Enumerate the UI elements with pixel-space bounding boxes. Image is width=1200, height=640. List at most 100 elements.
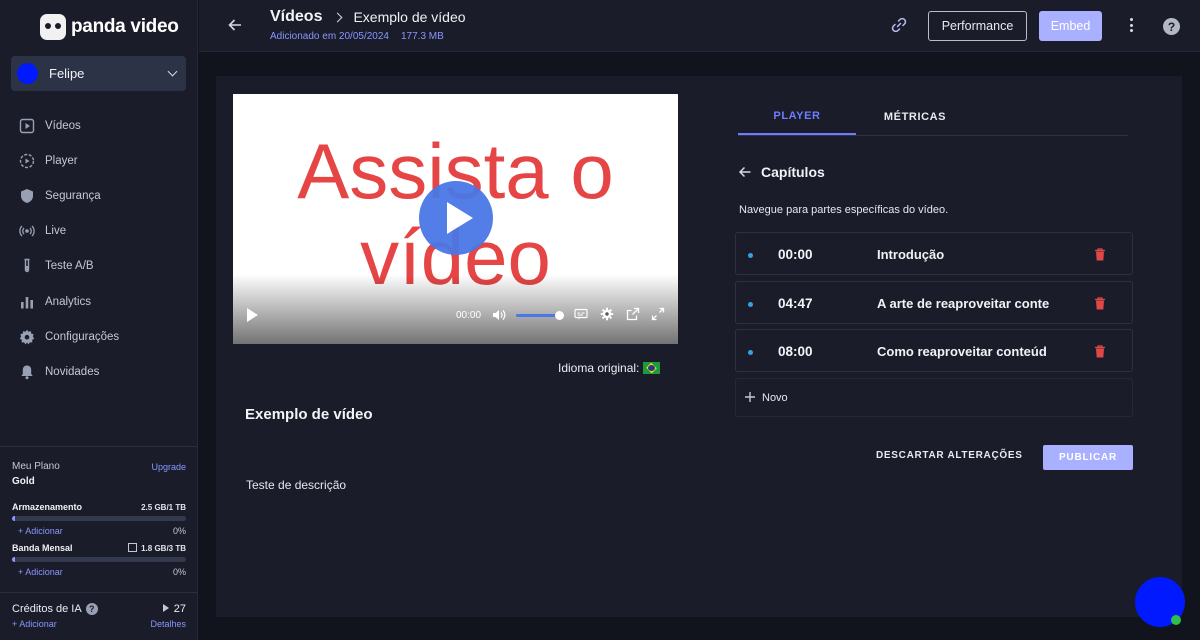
video-editor-panel: Assista o vídeo 00:00 Idioma original: E… — [216, 76, 1182, 617]
storage-add-link[interactable]: + Adicionar — [18, 526, 63, 536]
volume-icon[interactable] — [492, 308, 506, 322]
chapter-name[interactable]: A arte de reaproveitar conte — [877, 296, 1067, 311]
sidebar-item-ab-test[interactable]: Teste A/B — [0, 249, 198, 284]
avatar — [17, 63, 38, 84]
gear-icon — [19, 329, 35, 345]
tab-player[interactable]: PLAYER — [738, 98, 856, 135]
account-selector[interactable]: Felipe — [11, 56, 186, 91]
plan-name: Gold — [12, 476, 35, 487]
fullscreen-icon[interactable] — [651, 307, 665, 321]
bandwidth-progress-bar — [12, 557, 186, 562]
sidebar-item-label: Player — [45, 154, 78, 167]
ai-credits-add-link[interactable]: + Adicionar — [12, 619, 57, 629]
trash-icon[interactable] — [1094, 297, 1106, 310]
current-time: 00:00 — [456, 310, 482, 321]
big-play-button[interactable] — [419, 181, 493, 255]
ai-credits-label-wrap: Créditos de IA? — [12, 603, 98, 616]
bandwidth-progress-fill — [12, 557, 15, 562]
discard-changes-button[interactable]: DESCARTAR ALTERAÇÕES — [876, 450, 1023, 461]
sidebar-item-settings[interactable]: Configurações — [0, 319, 198, 354]
broadcast-icon — [19, 223, 35, 239]
chapter-name[interactable]: Introdução — [877, 247, 1067, 262]
add-chapter-button[interactable]: Novo — [735, 378, 1133, 417]
help-circle-icon[interactable]: ? — [85, 603, 98, 616]
ai-credits-details-link[interactable]: Detalhes — [150, 619, 186, 629]
chapter-row[interactable]: 00:00 Introdução — [735, 232, 1133, 275]
sidebar-item-news[interactable]: Novidades — [0, 354, 198, 389]
bandwidth-add-link[interactable]: + Adicionar — [18, 567, 63, 577]
bandwidth-info-icon — [128, 543, 138, 552]
trash-icon[interactable] — [1094, 248, 1106, 261]
storage-percent: 0% — [172, 526, 186, 536]
sidebar-item-live[interactable]: Live — [0, 214, 198, 249]
trash-icon[interactable] — [1094, 345, 1106, 358]
ai-credits-label: Créditos de IA — [12, 603, 82, 615]
publish-button[interactable]: PUBLICAR — [1043, 445, 1133, 470]
chapter-time[interactable]: 08:00 — [778, 344, 813, 359]
storage-label: Armazenamento — [12, 502, 83, 512]
ai-credits-count: 27 — [173, 603, 186, 616]
sidebar-item-label: Live — [45, 225, 67, 238]
plan-panel: Meu Plano Upgrade Gold Armazenamento 2.5… — [0, 446, 198, 577]
brand-logo[interactable]: panda video — [40, 14, 179, 40]
video-size: 177.3 MB — [400, 31, 444, 42]
external-link-icon[interactable] — [626, 307, 640, 321]
link-icon[interactable] — [890, 16, 908, 34]
chapter-time[interactable]: 04:47 — [778, 296, 813, 311]
editor-tabs: PLAYER MÉTRICAS — [738, 98, 1128, 136]
sidebar-item-analytics[interactable]: Analytics — [0, 284, 198, 319]
bell-icon — [19, 364, 35, 380]
chapter-row[interactable]: 08:00 Como reaproveitar conteúd — [735, 329, 1133, 372]
chapter-time[interactable]: 00:00 — [778, 247, 813, 262]
tab-metrics[interactable]: MÉTRICAS — [856, 98, 974, 135]
embed-button[interactable]: Embed — [1039, 11, 1102, 41]
original-language-label: Idioma original: — [558, 361, 640, 375]
video-title[interactable]: Exemplo de vídeo — [245, 406, 373, 423]
panda-logo-icon — [40, 14, 66, 40]
settings-gear-icon[interactable] — [600, 307, 614, 321]
back-arrow-icon[interactable] — [227, 17, 243, 33]
chapters-title: Capítulos — [761, 164, 825, 180]
brazil-flag-icon — [643, 362, 661, 374]
bandwidth-label: Banda Mensal — [12, 543, 73, 553]
sidebar-item-label: Teste A/B — [45, 260, 94, 273]
bandwidth-percent: 0% — [172, 567, 186, 577]
video-description[interactable]: Teste de descrição — [246, 478, 346, 492]
sidebar: panda video Felipe Vídeos Player Seguran… — [0, 0, 198, 640]
storage-progress-fill — [12, 516, 15, 521]
upgrade-link[interactable]: Upgrade — [151, 462, 186, 472]
storage-value: 2.5 GB/1 TB — [141, 502, 186, 512]
chapter-row[interactable]: 04:47 A arte de reaproveitar conte — [735, 281, 1133, 324]
chapter-name[interactable]: Como reaproveitar conteúd — [877, 344, 1067, 359]
volume-slider[interactable] — [516, 311, 564, 320]
breadcrumb-root[interactable]: Vídeos — [270, 8, 322, 26]
chapters-description: Navegue para partes específicas do vídeo… — [739, 204, 949, 216]
online-status-dot — [1171, 615, 1181, 625]
sidebar-nav: Vídeos Player Segurança Live Teste A/B A… — [0, 108, 198, 390]
sidebar-item-security[interactable]: Segurança — [0, 178, 198, 213]
top-bar: Vídeos Exemplo de vídeo Adicionado em 20… — [199, 0, 1200, 52]
bandwidth-value-text: 1.8 GB/3 TB — [141, 544, 186, 553]
performance-button[interactable]: Performance — [928, 11, 1027, 41]
sidebar-item-label: Vídeos — [45, 119, 81, 132]
breadcrumb: Vídeos Exemplo de vídeo — [270, 8, 466, 26]
play-icon[interactable] — [247, 308, 258, 322]
video-meta: Adicionado em 20/05/2024 177.3 MB — [270, 31, 444, 42]
video-icon — [19, 118, 35, 134]
more-vertical-icon[interactable] — [1127, 16, 1135, 34]
sidebar-item-label: Analytics — [45, 295, 92, 308]
video-player[interactable]: Assista o vídeo 00:00 — [233, 94, 678, 344]
sidebar-item-videos[interactable]: Vídeos — [0, 108, 198, 143]
sidebar-item-player[interactable]: Player — [0, 143, 198, 178]
brand-name: panda video — [71, 16, 179, 37]
help-icon[interactable]: ? — [1163, 18, 1180, 35]
back-arrow-icon[interactable] — [738, 165, 752, 179]
captions-icon[interactable] — [574, 307, 588, 321]
storage-progress-bar — [12, 516, 186, 521]
sidebar-item-label: Configurações — [45, 330, 120, 343]
shield-icon — [19, 188, 35, 204]
sidebar-item-label: Segurança — [45, 189, 101, 202]
original-language: Idioma original: — [558, 361, 661, 375]
chapters-header: Capítulos — [738, 164, 825, 180]
plan-label: Meu Plano — [12, 461, 60, 472]
